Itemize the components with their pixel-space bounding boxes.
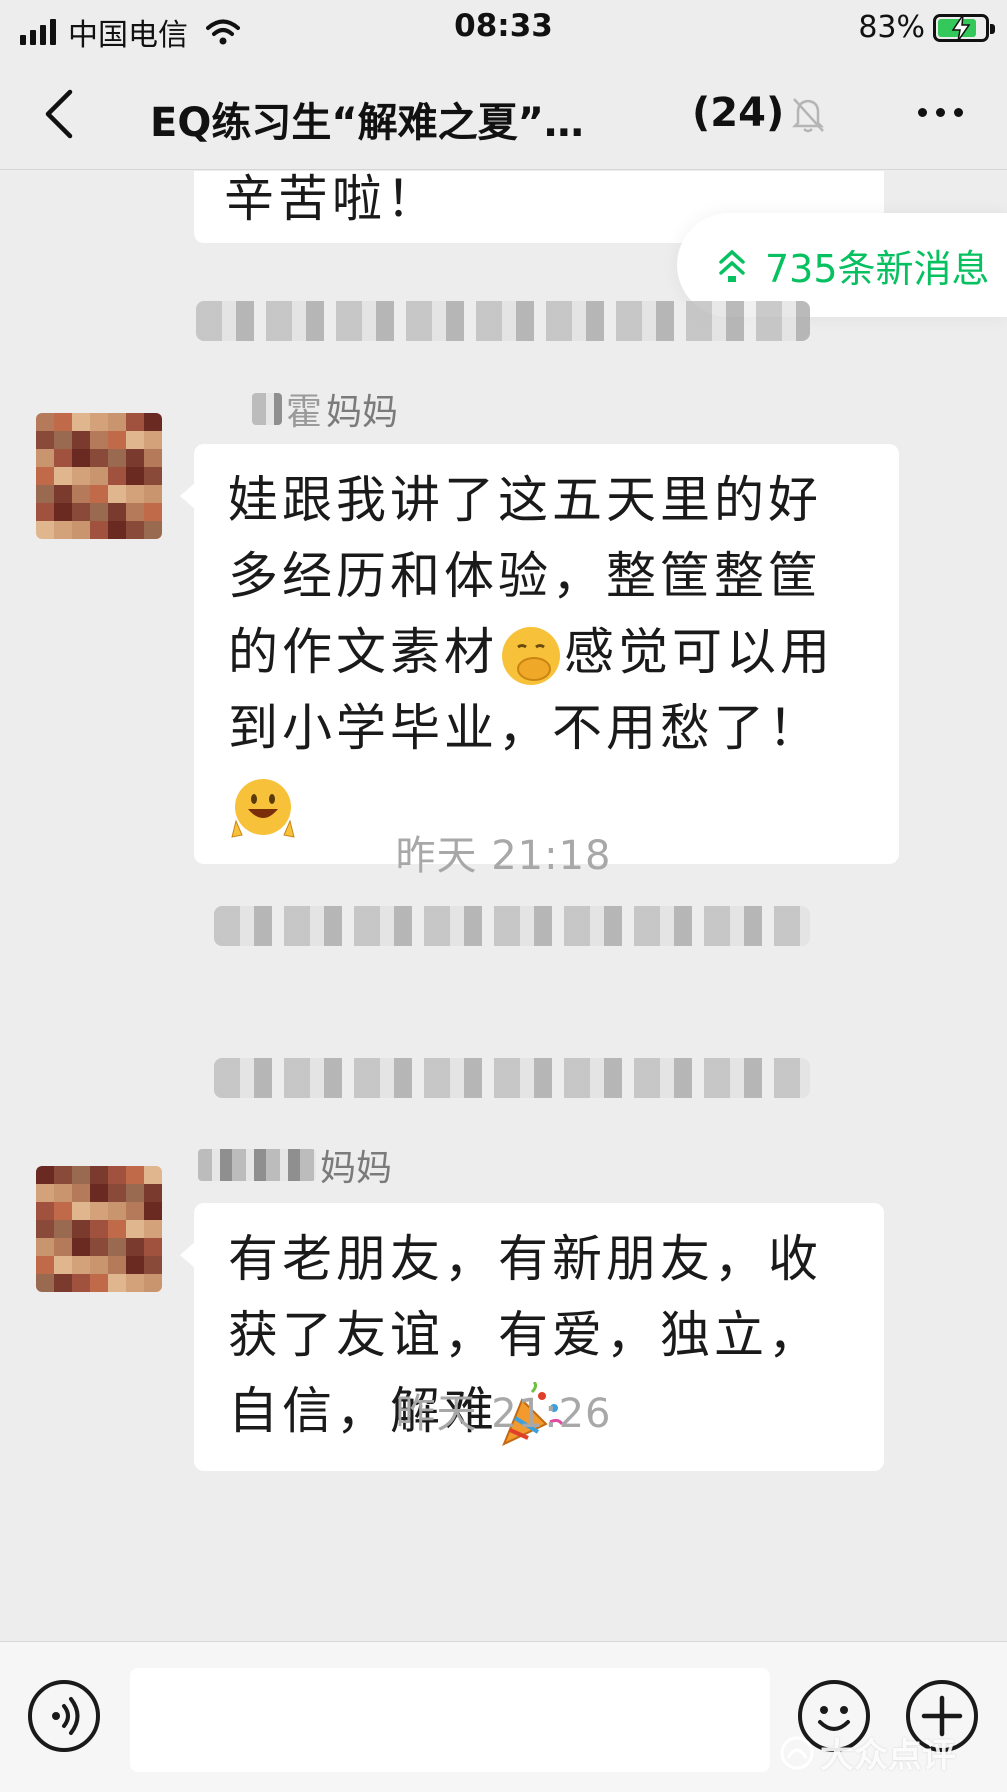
watermark-logo: 大众点评 (780, 1728, 956, 1777)
charging-bolt-icon (951, 14, 971, 41)
status-bar: 中国电信 08:33 83% (0, 0, 1007, 58)
dianping-logo-icon (780, 1736, 814, 1769)
sender-name: 霍妈妈 (252, 383, 398, 435)
blurred-system-message (196, 301, 810, 341)
blurred-system-message (214, 906, 810, 946)
sender-prefix: 霍 (286, 392, 323, 433)
voice-icon[interactable] (28, 1680, 100, 1752)
nav-bar: EQ练习生“解难之夏”… (24) (0, 58, 1007, 170)
back-icon[interactable] (40, 88, 80, 140)
timestamp: 昨天 21:26 (395, 1391, 612, 1437)
avatar[interactable] (36, 413, 162, 539)
status-right: 83% (858, 10, 995, 45)
double-chevron-up-icon (719, 249, 745, 282)
blurred-system-message (214, 1058, 810, 1098)
message-bubble[interactable]: 娃跟我讲了这五天里的好多经历和体验，整筐整筐的作文素材 感觉可以用到小学毕业，不用… (180, 444, 899, 864)
chat-title[interactable]: EQ练习生“解难之夏”… (150, 90, 584, 148)
avatar[interactable] (36, 1166, 162, 1292)
battery-percent: 83% (858, 10, 925, 45)
timestamp: 昨天 21:18 (395, 833, 612, 879)
message-input[interactable] (130, 1668, 770, 1772)
battery-icon (933, 13, 995, 42)
more-dots-icon[interactable] (918, 108, 963, 117)
bell-slash-icon (791, 98, 825, 133)
hand-over-mouth-emoji-icon (502, 626, 560, 685)
status-time: 08:33 (454, 8, 553, 44)
message-text: 辛苦啦！ (224, 171, 440, 228)
sender-name: 妈妈 (198, 1139, 392, 1191)
watermark-text: 大众点评 (820, 1736, 956, 1776)
member-count: (24) (692, 90, 785, 136)
chat-area[interactable]: 辛苦啦！ 735条新消息 霍妈妈 娃跟我讲了这五天里的好多经历和体验，整筐整筐的… (0, 171, 1007, 1641)
new-messages-label: 735条新消息 (765, 246, 990, 291)
